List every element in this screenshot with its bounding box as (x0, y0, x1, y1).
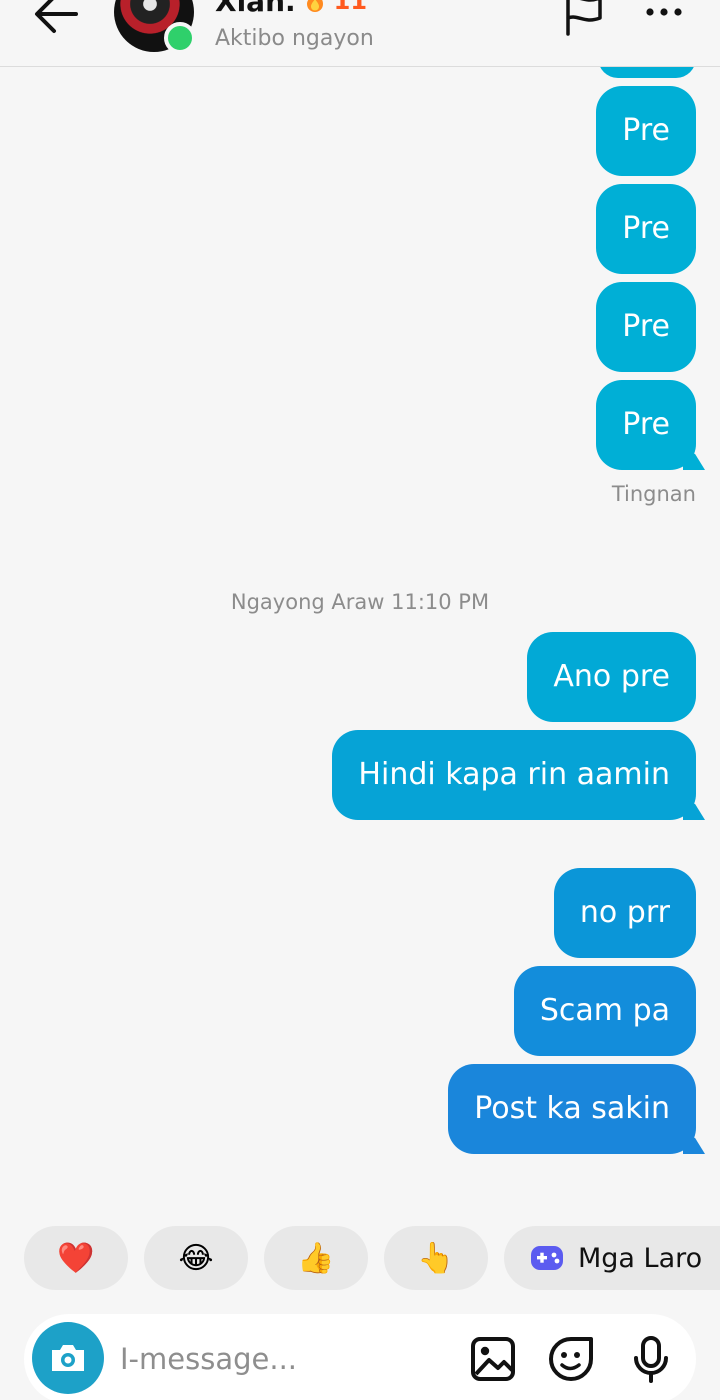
sticker-icon[interactable] (546, 1334, 596, 1384)
fire-icon (306, 0, 323, 12)
message-bubble[interactable]: Ano pre (527, 632, 696, 722)
message-bubble[interactable]: Pre (596, 282, 696, 372)
back-arrow-icon[interactable] (30, 0, 82, 36)
reaction-laugh-button[interactable]: 😂 (144, 1226, 248, 1290)
flag-icon[interactable] (562, 0, 606, 36)
contact-avatar[interactable] (114, 0, 196, 54)
reaction-thumbs-up-button[interactable]: 👍 (264, 1226, 368, 1290)
chat-header: Xian. 11 Aktibo ngayon (0, 0, 720, 67)
active-status: Aktibo ngayon (215, 26, 374, 51)
message-bubble[interactable]: Pre (596, 86, 696, 176)
seen-status: Tingnan (611, 482, 696, 506)
online-indicator (164, 22, 196, 54)
gallery-icon[interactable] (468, 1334, 518, 1384)
contact-name: Xian. (215, 0, 296, 18)
more-options-icon[interactable] (642, 2, 686, 22)
message-bubble[interactable]: no prr (553, 868, 696, 958)
message-bubble[interactable]: Pre (596, 184, 696, 274)
microphone-icon[interactable] (626, 1334, 676, 1384)
message-composer (24, 1314, 696, 1400)
message-bubble[interactable]: Post ka sakin (448, 1064, 696, 1154)
streak-count: 11 (333, 0, 368, 15)
contact-name-row[interactable]: Xian. 11 (215, 0, 368, 18)
message-input[interactable] (120, 1336, 440, 1382)
games-label: Mga Laro (578, 1242, 703, 1274)
games-button[interactable]: Mga Laro (504, 1226, 720, 1290)
message-bubble[interactable]: Hindi kapa rin aamin (332, 730, 696, 820)
camera-icon (52, 1345, 84, 1371)
reaction-point-up-button[interactable]: 👆 (384, 1226, 488, 1290)
camera-button[interactable] (32, 1322, 104, 1394)
game-controller-icon (531, 1246, 563, 1270)
timestamp-divider: Ngayong Araw 11:10 PM (230, 590, 490, 614)
message-bubble[interactable]: Scam pa (513, 966, 696, 1056)
reaction-heart-button[interactable]: ❤️ (24, 1226, 128, 1290)
message-bubble[interactable]: Pre (596, 380, 696, 470)
